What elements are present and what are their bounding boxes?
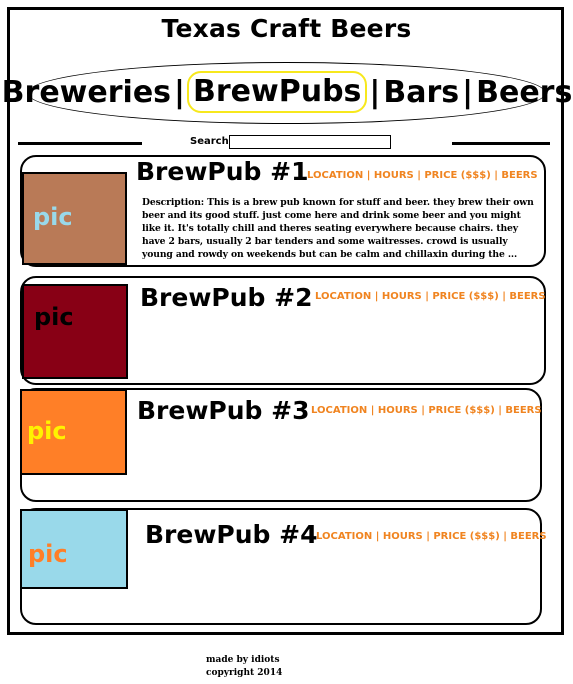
site-title: Texas Craft Beers <box>161 14 412 43</box>
footer-copyright: copyright 2014 <box>206 668 283 678</box>
nav-beers[interactable]: Beers <box>475 75 573 110</box>
divider-right <box>452 142 550 145</box>
nav-separator: | <box>174 74 185 110</box>
brewpub-4-title[interactable]: BrewPub #4 <box>145 520 318 549</box>
brewpub-1-description: Description: This is a brew pub known fo… <box>142 197 534 260</box>
pic-label: pic <box>28 540 68 568</box>
pic-label: pic <box>34 303 74 331</box>
brewpub-3-title[interactable]: BrewPub #3 <box>137 396 310 425</box>
brewpub-4-pic: pic <box>20 509 128 589</box>
brewpub-3-pic: pic <box>20 389 127 475</box>
brewpub-2-links[interactable]: LOCATION | HOURS | PRICE ($$$) | BEERS <box>315 291 546 302</box>
nav-bars[interactable]: Bars <box>382 75 460 110</box>
main-nav: Breweries | BrewPubs | Bars | Beers <box>2 70 572 114</box>
brewpub-3-links[interactable]: LOCATION | HOURS | PRICE ($$$) | BEERS <box>311 405 542 416</box>
brewpub-1-title[interactable]: BrewPub #1 <box>136 157 309 186</box>
footer: made by idiots copyright 2014 <box>206 654 282 680</box>
nav-separator: | <box>462 74 474 110</box>
divider-left <box>18 142 142 145</box>
search-label: Search: <box>190 136 233 147</box>
pic-label: pic <box>27 417 67 445</box>
pic-label: pic <box>33 203 73 231</box>
brewpub-2-pic: pic <box>22 284 128 379</box>
nav-breweries[interactable]: Breweries <box>1 75 172 110</box>
brewpub-1-pic: pic <box>22 172 127 265</box>
footer-credit: made by idiots <box>206 655 280 665</box>
nav-separator: | <box>369 74 381 110</box>
search-input[interactable] <box>229 135 391 149</box>
nav-brewpubs[interactable]: BrewPubs <box>187 71 368 113</box>
brewpub-4-links[interactable]: LOCATION | HOURS | PRICE ($$$) | BEERS <box>316 531 547 542</box>
brewpub-2-title[interactable]: BrewPub #2 <box>140 283 313 312</box>
brewpub-1-links[interactable]: LOCATION | HOURS | PRICE ($$$) | BEERS <box>307 170 538 181</box>
